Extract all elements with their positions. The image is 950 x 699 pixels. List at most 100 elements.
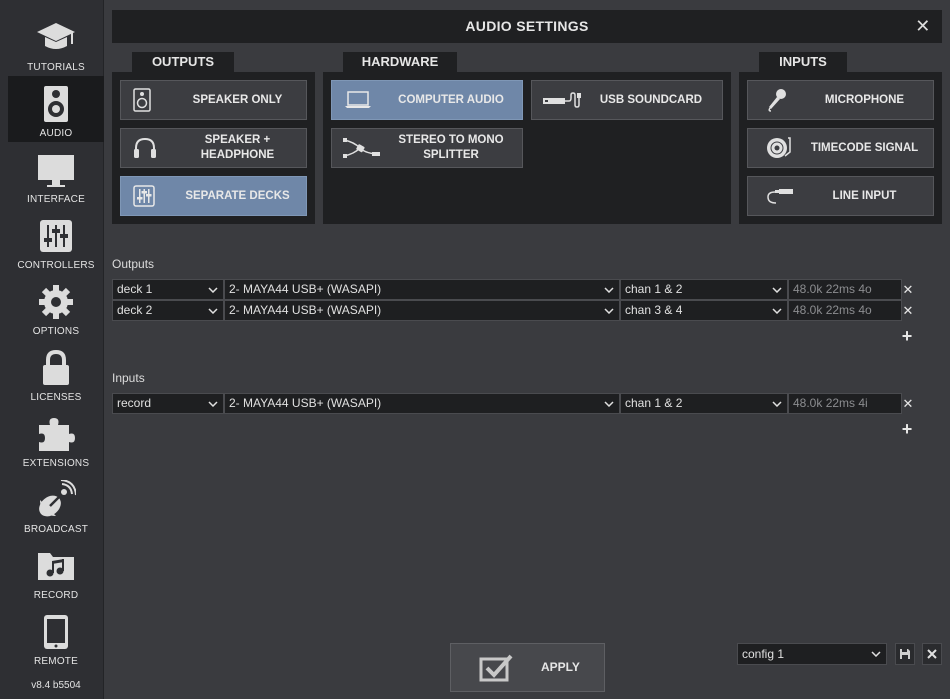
- separate-decks-button[interactable]: SEPARATE DECKS: [120, 176, 307, 216]
- add-input-button[interactable]: +: [900, 420, 914, 438]
- microphone-button[interactable]: MICROPHONE: [747, 80, 934, 120]
- option-label: SEPARATE DECKS: [185, 189, 290, 202]
- lock-icon: [8, 348, 104, 388]
- option-label: TIMECODE SIGNAL: [810, 141, 919, 154]
- sidebar-item-label: RECORD: [33, 590, 79, 601]
- outputs-section-label: Outputs: [112, 257, 155, 271]
- satellite-dish-icon: [8, 480, 104, 520]
- sidebar-item-record[interactable]: RECORD: [8, 538, 104, 604]
- option-label: STEREO TO MONO SPLITTER: [398, 134, 504, 161]
- tab-inputs: INPUTS: [759, 52, 847, 72]
- output-device-select[interactable]: 2- MAYA44 USB+ (WASAPI): [224, 300, 620, 321]
- mixer-icon: [133, 177, 181, 215]
- select-value: 2- MAYA44 USB+ (WASAPI): [229, 303, 382, 317]
- sidebar-item-label: EXTENSIONS: [22, 458, 90, 469]
- sidebar-item-label: BROADCAST: [23, 524, 89, 535]
- stereo-to-mono-splitter-button[interactable]: STEREO TO MONO SPLITTER: [331, 128, 523, 168]
- chevron-down-icon: [208, 301, 218, 320]
- chevron-down-icon: [208, 394, 218, 413]
- monitor-icon: [8, 150, 104, 190]
- window-titlebar: AUDIO SETTINGS ✕: [112, 10, 942, 43]
- option-label: MICROPHONE: [824, 93, 905, 106]
- speaker-headphone-button[interactable]: SPEAKER + HEADPHONE: [120, 128, 307, 168]
- speaker-icon: [133, 81, 181, 119]
- sidebar-item-label: AUDIO: [39, 128, 73, 139]
- remove-row-button[interactable]: ✕: [902, 300, 914, 321]
- speaker-icon: [8, 84, 104, 124]
- select-value: 2- MAYA44 USB+ (WASAPI): [229, 282, 382, 296]
- remove-row-button[interactable]: ✕: [902, 393, 914, 414]
- laptop-icon: [344, 81, 392, 119]
- sidebar-item-interface[interactable]: INTERFACE: [8, 142, 104, 208]
- remove-row-button[interactable]: ✕: [902, 279, 914, 300]
- input-device-select[interactable]: 2- MAYA44 USB+ (WASAPI): [224, 393, 620, 414]
- close-icon: [927, 649, 937, 659]
- option-label: SPEAKER + HEADPHONE: [200, 134, 275, 161]
- option-label: LINE INPUT: [832, 189, 897, 202]
- version-label: v8.4 b5504: [31, 680, 81, 691]
- delete-config-button[interactable]: [922, 643, 942, 665]
- input-target-select[interactable]: record: [112, 393, 224, 414]
- chevron-down-icon: [208, 280, 218, 299]
- config-select[interactable]: config 1: [737, 643, 887, 665]
- chevron-down-icon: [604, 394, 614, 413]
- sidebar-item-extensions[interactable]: EXTENSIONS: [8, 406, 104, 472]
- checkmark-icon: [479, 654, 513, 687]
- speaker-only-button[interactable]: SPEAKER ONLY: [120, 80, 307, 120]
- output-device-select[interactable]: 2- MAYA44 USB+ (WASAPI): [224, 279, 620, 300]
- computer-audio-button[interactable]: COMPUTER AUDIO: [331, 80, 523, 120]
- option-label: SPEAKER ONLY: [192, 93, 283, 106]
- select-value: 2- MAYA44 USB+ (WASAPI): [229, 396, 382, 410]
- input-info: 48.0k 22ms 4i: [788, 393, 902, 414]
- save-config-button[interactable]: [895, 643, 915, 665]
- option-label: USB SOUNDCARD: [599, 93, 703, 106]
- gear-icon: [8, 282, 104, 322]
- sidebar-item-broadcast[interactable]: BROADCAST: [8, 472, 104, 538]
- sidebar-item-controllers[interactable]: CONTROLLERS: [8, 208, 104, 274]
- option-label: COMPUTER AUDIO: [398, 93, 504, 106]
- apply-button[interactable]: APPLY: [450, 643, 605, 692]
- usb-soundcard-button[interactable]: USB SOUNDCARD: [531, 80, 723, 120]
- timecode-signal-button[interactable]: TIMECODE SIGNAL: [747, 128, 934, 168]
- select-value: deck 1: [117, 282, 153, 296]
- tab-hardware: HARDWARE: [343, 52, 457, 72]
- sidebar-item-label: TUTORIALS: [27, 62, 85, 73]
- output-row: deck 1 2- MAYA44 USB+ (WASAPI) chan 1 & …: [112, 279, 922, 300]
- select-value: chan 1 & 2: [625, 282, 683, 296]
- splitter-cable-icon: [342, 129, 390, 167]
- add-output-button[interactable]: +: [900, 327, 914, 345]
- chevron-down-icon: [772, 394, 782, 413]
- tab-outputs: OUTPUTS: [132, 52, 234, 72]
- sidebar: TUTORIALS AUDIO INTERFACE CONTROLLERS OP…: [0, 0, 104, 699]
- line-input-button[interactable]: LINE INPUT: [747, 176, 934, 216]
- select-value: config 1: [742, 647, 785, 661]
- music-folder-icon: [8, 546, 104, 586]
- output-channel-select[interactable]: chan 3 & 4: [620, 300, 788, 321]
- headphone-icon: [133, 129, 181, 167]
- sidebar-item-tutorials[interactable]: TUTORIALS: [8, 10, 104, 76]
- close-button[interactable]: ✕: [912, 10, 934, 43]
- output-info: 48.0k 22ms 4o: [788, 279, 902, 300]
- apply-label: APPLY: [541, 660, 580, 674]
- sidebar-item-label: INTERFACE: [27, 194, 85, 205]
- chevron-down-icon: [772, 280, 782, 299]
- select-value: chan 3 & 4: [625, 303, 683, 317]
- input-row: record 2- MAYA44 USB+ (WASAPI) chan 1 & …: [112, 393, 922, 414]
- output-target-select[interactable]: deck 2: [112, 300, 224, 321]
- sidebar-item-options[interactable]: OPTIONS: [8, 274, 104, 340]
- graduation-cap-icon: [8, 18, 104, 58]
- tablet-icon: [8, 612, 104, 652]
- sidebar-item-audio[interactable]: AUDIO: [8, 76, 104, 142]
- sidebar-item-label: LICENSES: [30, 392, 82, 403]
- output-channel-select[interactable]: chan 1 & 2: [620, 279, 788, 300]
- usb-soundcard-icon: [542, 81, 590, 119]
- input-channel-select[interactable]: chan 1 & 2: [620, 393, 788, 414]
- sidebar-item-remote[interactable]: REMOTE: [8, 604, 104, 670]
- sidebar-item-licenses[interactable]: LICENSES: [8, 340, 104, 406]
- sidebar-item-label: CONTROLLERS: [17, 260, 95, 271]
- inputs-section-label: Inputs: [112, 371, 145, 385]
- puzzle-icon: [8, 414, 104, 454]
- output-target-select[interactable]: deck 1: [112, 279, 224, 300]
- output-row: deck 2 2- MAYA44 USB+ (WASAPI) chan 3 & …: [112, 300, 922, 321]
- select-value: deck 2: [117, 303, 153, 317]
